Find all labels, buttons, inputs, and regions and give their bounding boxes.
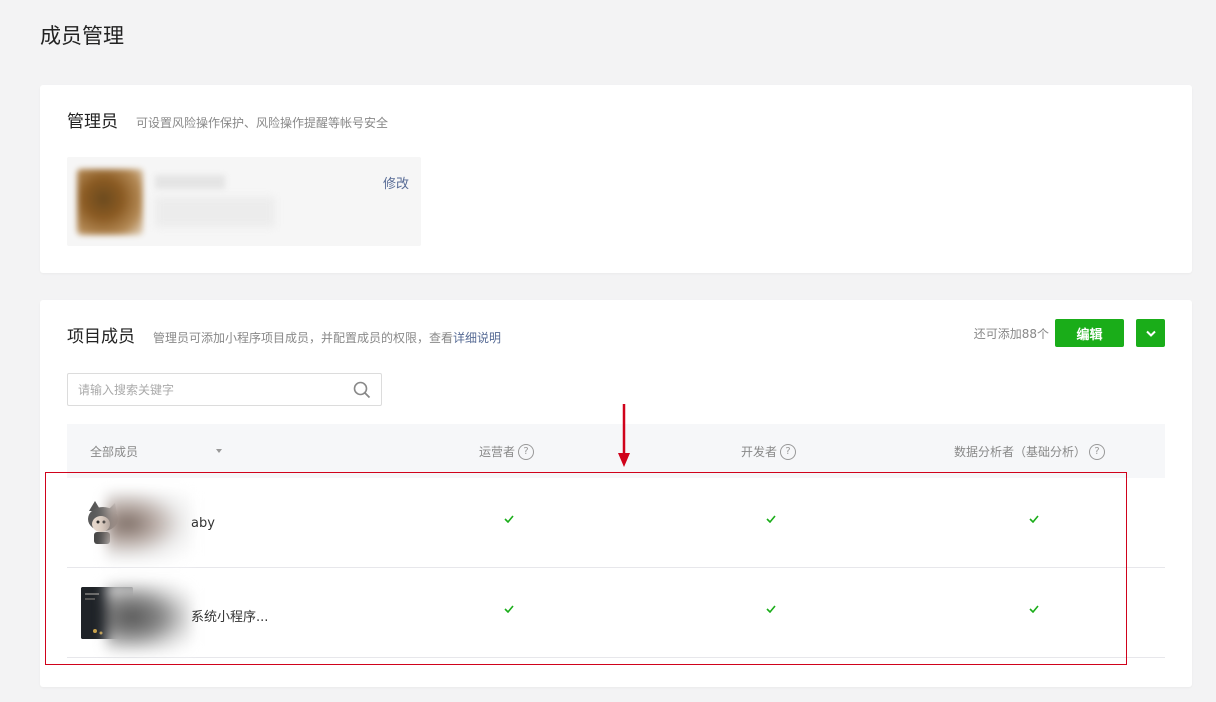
members-section-title: 项目成员 <box>67 327 135 347</box>
admin-name-redacted <box>155 175 225 189</box>
members-card: 项目成员 管理员可添加小程序项目成员，并配置成员的权限，查看详细说明 还可添加8… <box>40 300 1192 687</box>
admin-info-box: 修改 <box>67 157 421 246</box>
table-row: aby <box>67 478 1165 568</box>
column-developer: 开发者 ? <box>741 443 797 460</box>
check-icon <box>766 605 776 613</box>
help-icon[interactable]: ? <box>518 443 535 460</box>
filter-label: 全部成员 <box>90 445 139 459</box>
admin-section-description: 可设置风险操作保护、风险操作提醒等帐号安全 <box>136 116 389 130</box>
column-analyst-label: 数据分析者（基础分析） <box>954 445 1087 459</box>
filter-dropdown[interactable]: 全部成员 <box>90 443 138 460</box>
search-input[interactable] <box>68 374 338 405</box>
table-row: 系统小程序... <box>67 568 1165 658</box>
caret-down-icon[interactable] <box>216 449 222 453</box>
admin-avatar <box>77 169 143 235</box>
members-table-header: 全部成员 运营者 ? 开发者 ? 数据分析者（基础分析） ? <box>67 424 1165 478</box>
check-icon <box>1029 605 1039 613</box>
column-developer-label: 开发者 <box>741 445 778 459</box>
members-description-text: 管理员可添加小程序项目成员，并配置成员的权限，查看 <box>153 331 454 345</box>
admin-card: 管理员 可设置风险操作保护、风险操作提醒等帐号安全 修改 <box>40 85 1192 273</box>
chevron-down-icon <box>1145 330 1156 337</box>
members-actions: 还可添加88个 编辑 <box>974 319 1165 347</box>
check-icon <box>504 515 514 523</box>
column-operator: 运营者 ? <box>479 443 535 460</box>
more-dropdown-button[interactable] <box>1136 319 1165 347</box>
admin-details-redacted <box>155 197 275 227</box>
annotation-arrow-icon <box>618 404 630 467</box>
check-icon <box>504 605 514 613</box>
member-search <box>67 373 382 406</box>
admin-edit-link[interactable]: 修改 <box>383 173 409 192</box>
member-name-redacted <box>106 582 192 652</box>
check-icon <box>766 515 776 523</box>
members-card-header: 项目成员 管理员可添加小程序项目成员，并配置成员的权限，查看详细说明 <box>67 322 501 347</box>
help-icon[interactable]: ? <box>1089 443 1106 460</box>
admin-section-title: 管理员 <box>67 112 118 132</box>
admin-card-header: 管理员 可设置风险操作保护、风险操作提醒等帐号安全 <box>67 107 388 132</box>
help-icon[interactable]: ? <box>780 443 797 460</box>
column-operator-label: 运营者 <box>479 445 516 459</box>
search-icon[interactable] <box>353 381 371 399</box>
members-section-description: 管理员可添加小程序项目成员，并配置成员的权限，查看详细说明 <box>153 329 501 346</box>
edit-button[interactable]: 编辑 <box>1055 319 1124 347</box>
page-title: 成员管理 <box>40 24 124 48</box>
member-name: aby <box>191 516 215 531</box>
quota-text: 还可添加88个 <box>973 326 1049 341</box>
member-name: 系统小程序... <box>191 610 269 625</box>
member-name-redacted <box>106 492 192 562</box>
column-analyst: 数据分析者（基础分析） ? <box>954 443 1106 460</box>
details-link[interactable]: 详细说明 <box>453 331 501 345</box>
check-icon <box>1029 515 1039 523</box>
